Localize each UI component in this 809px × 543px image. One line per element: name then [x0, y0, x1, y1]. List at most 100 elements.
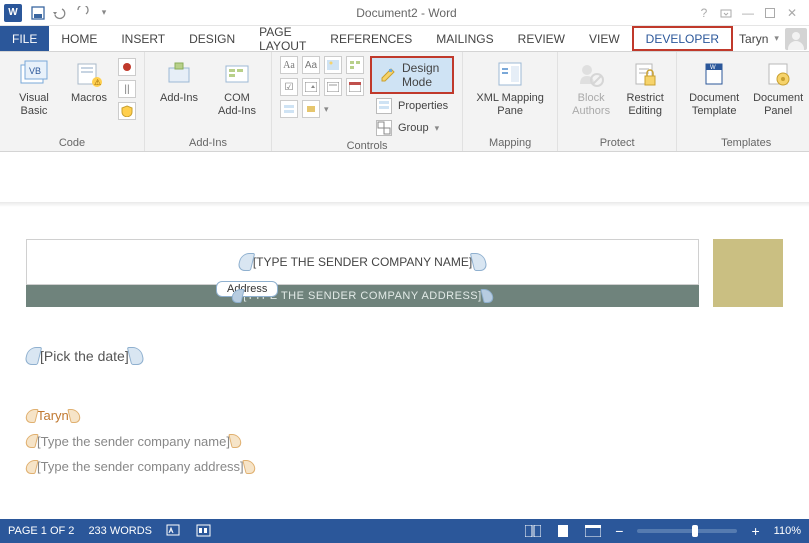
account-name: Taryn [739, 32, 768, 46]
quick-access-toolbar: ▾ [26, 5, 116, 21]
sender-name-control[interactable]: Taryn [26, 408, 783, 426]
close-icon[interactable]: ✕ [785, 6, 799, 20]
undo-icon[interactable] [52, 5, 68, 21]
tab-file[interactable]: FILE [0, 26, 49, 51]
group-addins: Add-Ins COM Add-Ins Add-Ins [145, 52, 272, 151]
svg-text:⚠: ⚠ [94, 78, 101, 87]
group-templates: W Document Template Document Panel Templ… [677, 52, 809, 151]
tab-home[interactable]: HOME [49, 26, 109, 51]
web-layout-icon[interactable] [585, 523, 601, 539]
maximize-icon[interactable] [763, 6, 777, 20]
design-mode-button[interactable]: Design Mode [370, 56, 454, 94]
macros-icon: ⚠ [73, 58, 105, 90]
com-addins-icon [221, 58, 253, 90]
pause-recording-icon[interactable]: || [118, 80, 136, 98]
zoom-level[interactable]: 110% [774, 525, 801, 537]
legacy-tools-icon[interactable] [302, 100, 320, 118]
print-layout-icon[interactable] [555, 523, 571, 539]
block-authors-icon [575, 58, 607, 90]
tab-design[interactable]: DESIGN [177, 26, 247, 51]
window-title: Document2 - Word [116, 6, 697, 20]
tab-page-layout[interactable]: PAGE LAYOUT [247, 26, 318, 51]
zoom-in-button[interactable]: + [751, 523, 759, 539]
group-mapping: XML Mapping Pane Mapping [463, 52, 558, 151]
date-picker-control[interactable]: [Pick the date] [26, 347, 783, 368]
window-controls: ? — ✕ [697, 6, 805, 20]
title-bar: W ▾ Document2 - Word ? — ✕ [0, 0, 809, 26]
legacy-dropdown-icon[interactable]: ▾ [324, 100, 330, 118]
tab-view[interactable]: VIEW [577, 26, 632, 51]
ribbon: VB Visual Basic ⚠ Macros || Code Add-Ins [0, 52, 809, 152]
visual-basic-icon: VB [18, 58, 50, 90]
addins-button[interactable]: Add-Ins [153, 56, 205, 105]
company-address-control[interactable]: Address [TYPE THE SENDER COMPANY ADDRESS… [26, 285, 699, 307]
design-mode-icon [380, 67, 396, 83]
avatar [785, 28, 807, 50]
logo-placeholder[interactable] [713, 239, 783, 307]
page-indicator[interactable]: PAGE 1 OF 2 [8, 525, 74, 537]
document-template-button[interactable]: W Document Template [685, 56, 743, 117]
xml-mapping-icon [494, 58, 526, 90]
combobox-control-icon[interactable] [302, 78, 320, 96]
group-protect: Block Authors Restrict Editing Protect [558, 52, 677, 151]
properties-icon [376, 98, 392, 114]
block-authors-button: Block Authors [566, 56, 616, 117]
address-control-tab[interactable]: Address [216, 281, 278, 297]
document-template-icon: W [698, 58, 730, 90]
page[interactable]: [TYPE THE SENDER COMPANY NAME] Address [… [8, 207, 801, 487]
chevron-down-icon: ▾ [774, 33, 779, 44]
spellcheck-icon[interactable] [166, 523, 182, 539]
sender-company-control[interactable]: [Type the sender company name] [26, 434, 783, 452]
group-code: VB Visual Basic ⚠ Macros || Code [0, 52, 145, 151]
com-addins-button[interactable]: COM Add-Ins [211, 56, 263, 117]
tab-developer[interactable]: DEVELOPER [632, 26, 733, 51]
document-area: [TYPE THE SENDER COMPANY NAME] Address [… [0, 152, 809, 507]
visual-basic-button[interactable]: VB Visual Basic [8, 56, 60, 117]
restrict-editing-icon [629, 58, 661, 90]
building-block-control-icon[interactable] [346, 56, 364, 74]
restrict-editing-button[interactable]: Restrict Editing [622, 56, 668, 117]
word-app-icon: W [4, 4, 22, 22]
save-icon[interactable] [30, 5, 46, 21]
chevron-down-icon: ▾ [435, 123, 440, 134]
tab-mailings[interactable]: MAILINGS [424, 26, 505, 51]
minimize-icon[interactable]: — [741, 6, 755, 20]
xml-mapping-button[interactable]: XML Mapping Pane [471, 56, 549, 117]
ribbon-options-icon[interactable] [719, 6, 733, 20]
zoom-out-button[interactable]: − [615, 523, 623, 539]
record-macro-icon[interactable] [118, 58, 136, 76]
sender-address-control[interactable]: [Type the sender company address] [26, 459, 783, 477]
ribbon-tabs: FILE HOME INSERT DESIGN PAGE LAYOUT REFE… [0, 26, 809, 52]
zoom-slider[interactable] [637, 529, 737, 533]
macros-status-icon[interactable] [196, 523, 212, 539]
account-menu[interactable]: Taryn ▾ [733, 26, 809, 51]
svg-text:W: W [710, 65, 716, 71]
redo-icon[interactable] [74, 5, 90, 21]
status-bar: PAGE 1 OF 2 233 WORDS − + 110% [0, 519, 809, 543]
svg-text:VB: VB [29, 66, 41, 76]
repeating-section-control-icon[interactable] [280, 100, 298, 118]
tab-insert[interactable]: INSERT [109, 26, 177, 51]
group-controls: Aa Aa ☑ ▾ [272, 52, 463, 151]
plain-text-control-icon[interactable]: Aa [302, 56, 320, 74]
picture-control-icon[interactable] [324, 56, 342, 74]
macro-security-icon[interactable] [118, 102, 136, 120]
addins-icon [163, 58, 195, 90]
properties-button[interactable]: Properties [370, 96, 454, 116]
date-picker-control-icon[interactable] [346, 78, 364, 96]
tab-references[interactable]: REFERENCES [318, 26, 424, 51]
word-count[interactable]: 233 WORDS [88, 525, 152, 537]
read-mode-icon[interactable] [525, 523, 541, 539]
checkbox-control-icon[interactable]: ☑ [280, 78, 298, 96]
tab-review[interactable]: REVIEW [506, 26, 577, 51]
macros-button[interactable]: ⚠ Macros [66, 56, 112, 105]
group-button[interactable]: Group ▾ [370, 118, 454, 138]
rich-text-control-icon[interactable]: Aa [280, 56, 298, 74]
document-panel-button[interactable]: Document Panel [749, 56, 807, 117]
qat-dropdown-icon[interactable]: ▾ [96, 5, 112, 21]
company-name-control[interactable]: [TYPE THE SENDER COMPANY NAME] [26, 239, 699, 285]
group-icon [376, 120, 392, 136]
help-icon[interactable]: ? [697, 6, 711, 20]
document-panel-icon [762, 58, 794, 90]
dropdown-control-icon[interactable] [324, 78, 342, 96]
